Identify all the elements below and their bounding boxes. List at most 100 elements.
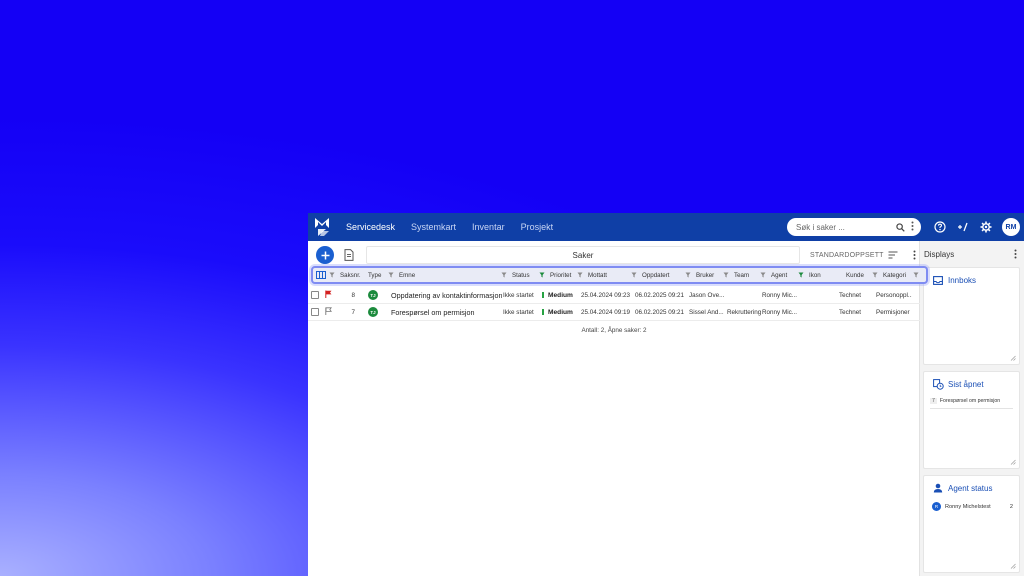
agent-name: Ronny Michelstest bbox=[945, 503, 991, 510]
filter-icon[interactable] bbox=[501, 272, 507, 278]
filter-icon[interactable] bbox=[631, 272, 637, 278]
nav-servicedesk[interactable]: Servicedesk bbox=[346, 222, 395, 232]
cell-prioritet: Medium bbox=[548, 291, 573, 299]
recent-title: Sist åpnet bbox=[948, 379, 984, 389]
col-header-ikon[interactable]: Ikon bbox=[806, 268, 843, 282]
row-checkbox[interactable] bbox=[311, 308, 319, 316]
agent-row[interactable]: R Ronny Michelstest 2 bbox=[932, 502, 1013, 511]
col-header-kategori[interactable]: Kategori bbox=[880, 268, 921, 282]
filter-icon[interactable] bbox=[388, 272, 394, 278]
displays-panel: Displays Innboks Sist åpnet 7 Forespørse… bbox=[920, 241, 1024, 576]
cell-kunde: Technet bbox=[839, 308, 862, 316]
add-case-button[interactable] bbox=[316, 246, 334, 264]
app-logo-icon[interactable] bbox=[314, 216, 332, 238]
col-header-type[interactable]: Type bbox=[365, 268, 396, 282]
filter-active-icon[interactable] bbox=[798, 272, 804, 278]
person-icon bbox=[932, 482, 944, 494]
cell-kategori: Permisjoner bbox=[876, 308, 910, 316]
type-badge: TJ bbox=[368, 307, 378, 317]
cell-team: Rekruttering - bbox=[727, 308, 761, 316]
table-row[interactable]: 7 TJ Forespørsel om permisjon Ikke start… bbox=[308, 304, 920, 321]
quick-add-icon[interactable] bbox=[953, 217, 973, 237]
cell-oppdatert: 06.02.2025 09:21 bbox=[635, 308, 685, 316]
col-header-oppdatert[interactable]: Oppdatert bbox=[639, 268, 693, 282]
cell-agent: Ronny Mic... bbox=[762, 291, 797, 299]
servicedesk-app: Servicedesk Systemkart Inventar Prosjekt bbox=[308, 213, 1024, 576]
row-checkbox[interactable] bbox=[311, 291, 319, 299]
col-header-prioritet[interactable]: Prioritet bbox=[547, 268, 585, 282]
top-navigation-bar: Servicedesk Systemkart Inventar Prosjekt bbox=[308, 213, 1024, 241]
recent-item[interactable]: 7 Forespørsel om permisjon bbox=[930, 398, 1013, 409]
col-header-saksnr[interactable]: Saksnr. bbox=[337, 268, 365, 282]
type-badge: TJ bbox=[368, 290, 378, 300]
filter-icon[interactable] bbox=[872, 272, 878, 278]
layout-selector[interactable]: STANDARDOPPSETT bbox=[810, 251, 898, 259]
nav-prosjekt[interactable]: Prosjekt bbox=[521, 222, 554, 232]
flag-outline-icon[interactable] bbox=[325, 307, 333, 317]
help-icon[interactable] bbox=[930, 217, 950, 237]
filter-icon[interactable] bbox=[760, 272, 766, 278]
cases-title: Saker bbox=[366, 246, 800, 264]
search-icon[interactable] bbox=[896, 222, 905, 232]
sort-lines-icon bbox=[888, 251, 898, 259]
displays-title: Displays bbox=[924, 249, 955, 259]
cell-bruker: Sissel And... bbox=[689, 308, 724, 316]
cases-panel: Saker STANDARDOPPSETT 8 TJ Oppdatering a… bbox=[308, 241, 928, 576]
resize-grip-icon[interactable] bbox=[1010, 563, 1016, 569]
cell-ikon bbox=[799, 304, 836, 320]
col-header-mottatt[interactable]: Mottatt bbox=[585, 268, 639, 282]
filter-active-icon[interactable] bbox=[539, 272, 545, 278]
nav-inventar[interactable]: Inventar bbox=[472, 222, 505, 232]
nav-systemkart[interactable]: Systemkart bbox=[411, 222, 456, 232]
user-avatar[interactable]: RM bbox=[1002, 218, 1020, 236]
resize-grip-icon[interactable] bbox=[1010, 355, 1016, 361]
filter-icon[interactable] bbox=[913, 272, 919, 278]
inbox-card[interactable]: Innboks bbox=[923, 267, 1020, 365]
cell-mottatt: 25.04.2024 09:23 bbox=[581, 291, 631, 299]
priority-indicator bbox=[542, 292, 544, 298]
cell-kunde: Technet bbox=[839, 291, 862, 299]
settings-gear-icon[interactable] bbox=[976, 217, 996, 237]
cell-saksnr: 8 bbox=[351, 291, 355, 299]
cell-prioritet: Medium bbox=[548, 308, 573, 316]
displays-header: Displays bbox=[920, 241, 1024, 267]
cell-saksnr: 7 bbox=[351, 308, 355, 316]
cell-emne[interactable]: Oppdatering av kontaktinformasjon bbox=[388, 287, 502, 303]
agent-status-card[interactable]: Agent status R Ronny Michelstest 2 bbox=[923, 475, 1020, 573]
search-box bbox=[787, 218, 921, 236]
priority-indicator bbox=[542, 309, 544, 315]
topbar-actions: RM bbox=[787, 213, 1024, 241]
agent-status-title: Agent status bbox=[948, 483, 993, 493]
flag-red-icon[interactable] bbox=[325, 290, 332, 300]
col-header-kunde[interactable]: Kunde bbox=[843, 268, 880, 282]
col-header-emne[interactable]: Emne bbox=[396, 268, 509, 282]
displays-more-icon[interactable] bbox=[1012, 247, 1018, 261]
recent-card[interactable]: Sist åpnet 7 Forespørsel om permisjon bbox=[923, 371, 1020, 469]
filter-icon[interactable] bbox=[685, 272, 691, 278]
column-chooser-icon[interactable] bbox=[316, 271, 326, 279]
resize-grip-icon[interactable] bbox=[1010, 459, 1016, 465]
col-header-agent[interactable]: Agent bbox=[768, 268, 806, 282]
cell-bruker: Jason Ove... bbox=[689, 291, 724, 299]
table-row[interactable]: 8 TJ Oppdatering av kontaktinformasjon I… bbox=[308, 287, 920, 304]
recent-item-label: Forespørsel om permisjon bbox=[939, 398, 1001, 404]
cell-kategori: Personoppl... bbox=[876, 291, 912, 299]
cases-toolbar: Saker STANDARDOPPSETT bbox=[308, 241, 919, 269]
filter-icon[interactable] bbox=[329, 272, 335, 278]
col-header-team[interactable]: Team bbox=[731, 268, 768, 282]
col-header-status[interactable]: Status bbox=[509, 268, 547, 282]
case-count-summary: Antall: 2, Åpne saker: 2 bbox=[581, 327, 647, 334]
filter-icon[interactable] bbox=[723, 272, 729, 278]
agent-case-count: 2 bbox=[1009, 503, 1013, 510]
cell-agent: Ronny Mic... bbox=[762, 308, 797, 316]
toolbar-more-icon[interactable] bbox=[912, 248, 918, 262]
inbox-icon bbox=[932, 274, 944, 286]
search-options-icon[interactable] bbox=[911, 221, 915, 234]
table-header-row: Saksnr. Type Emne Status Prioritet Motta… bbox=[311, 266, 928, 284]
cell-ikon bbox=[799, 287, 836, 303]
search-input[interactable] bbox=[796, 222, 884, 232]
filter-icon[interactable] bbox=[577, 272, 583, 278]
col-header-bruker[interactable]: Bruker bbox=[693, 268, 731, 282]
document-icon[interactable] bbox=[342, 248, 356, 262]
cell-emne[interactable]: Forespørsel om permisjon bbox=[388, 304, 502, 320]
